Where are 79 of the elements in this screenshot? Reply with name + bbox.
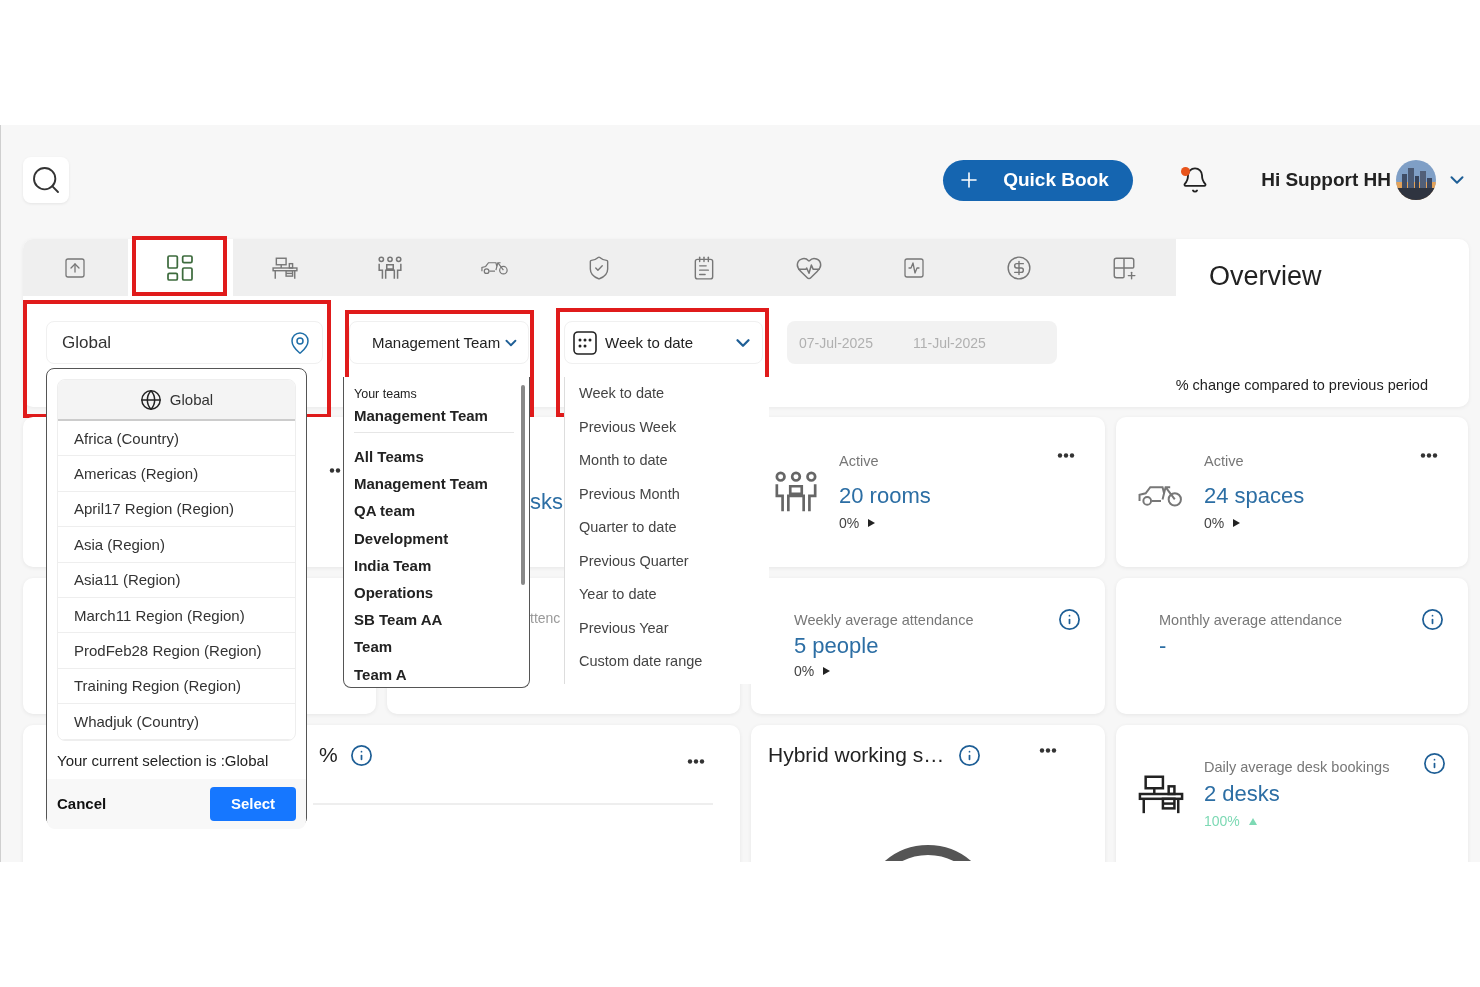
- info-icon[interactable]: [1058, 608, 1081, 631]
- location-option[interactable]: Africa (Country): [58, 421, 295, 457]
- period-select[interactable]: Week to date: [564, 321, 763, 364]
- cancel-button[interactable]: Cancel: [57, 795, 107, 812]
- period-option[interactable]: Previous Year: [579, 618, 769, 652]
- team-option[interactable]: Team: [354, 633, 519, 661]
- card-label: ttenc: [530, 610, 561, 626]
- quick-book-button[interactable]: Quick Book: [943, 159, 1134, 201]
- upload-icon: [63, 255, 88, 280]
- stat-value: 2 desks: [1204, 781, 1280, 807]
- comparison-note: % change compared to previous period: [1175, 377, 1429, 395]
- team-option[interactable]: All Teams: [354, 443, 519, 471]
- more-icon[interactable]: [1057, 453, 1075, 458]
- meeting-icon: [376, 254, 403, 281]
- stat-label: Active: [1204, 453, 1244, 469]
- team-select[interactable]: Management Team: [349, 321, 529, 364]
- metric-label: Monthly average attendance: [1159, 611, 1342, 628]
- globe-icon: [139, 388, 162, 411]
- info-icon[interactable]: [958, 743, 982, 767]
- team-option[interactable]: Operations: [354, 579, 519, 607]
- change-percent: 0%: [794, 663, 815, 679]
- stat-label: Active: [839, 453, 879, 469]
- card-title: %: [319, 743, 338, 767]
- location-header[interactable]: Global: [58, 380, 295, 421]
- panel-title: Overview: [1208, 260, 1322, 293]
- location-option[interactable]: April17 Region (Region): [58, 491, 295, 528]
- section-label: Your teams: [354, 387, 418, 401]
- calendar-icon: [573, 330, 597, 355]
- more-icon[interactable]: [686, 758, 705, 764]
- metric-label: Weekly average attendance: [794, 611, 974, 628]
- info-icon[interactable]: [349, 743, 373, 767]
- scrollbar-thumb[interactable]: [521, 385, 525, 585]
- change-percent: 0%: [1204, 515, 1225, 531]
- more-icon[interactable]: [1420, 453, 1438, 458]
- location-pin-icon: [288, 330, 312, 355]
- info-icon[interactable]: [1421, 608, 1444, 631]
- period-option[interactable]: Custom date range: [579, 652, 769, 686]
- location-option[interactable]: Americas (Region): [58, 456, 295, 492]
- more-icon[interactable]: [1039, 747, 1058, 753]
- own-team-entry[interactable]: Management Team: [354, 401, 514, 433]
- stat-value: sks: [530, 489, 563, 515]
- card-title: Hybrid working s…: [768, 743, 945, 767]
- period-option[interactable]: Year to date: [579, 585, 769, 619]
- period-option[interactable]: Week to date: [579, 384, 769, 418]
- period-option[interactable]: Quarter to date: [579, 518, 769, 552]
- team-option[interactable]: SB Team AA: [354, 606, 519, 634]
- location-option[interactable]: ProdFeb28 Region (Region): [58, 633, 295, 669]
- team-option[interactable]: Management Team: [354, 470, 519, 498]
- location-option[interactable]: Training Region (Region): [58, 668, 295, 705]
- location-option[interactable]: Asia11 (Region): [58, 562, 295, 598]
- team-option[interactable]: QA team: [354, 497, 519, 525]
- stat-value: 24 spaces: [1204, 483, 1305, 509]
- select-button[interactable]: Select: [210, 786, 296, 821]
- location-field[interactable]: Global: [46, 321, 323, 364]
- chart-icon: [901, 255, 926, 280]
- info-icon[interactable]: [1423, 752, 1446, 775]
- metric-value: 5 people: [794, 633, 879, 659]
- user-greeting: Hi Support HH: [1261, 169, 1391, 191]
- change-percent: 0%: [839, 515, 860, 531]
- change-percent: 100%: [1204, 813, 1240, 829]
- stat-label: Daily average desk bookings: [1204, 759, 1390, 775]
- team-option[interactable]: Team A: [354, 660, 519, 687]
- stat-value: 20 rooms: [839, 483, 931, 509]
- metric-value: -: [1159, 633, 1167, 659]
- more-icon[interactable]: [329, 468, 341, 473]
- team-option[interactable]: India Team: [354, 551, 519, 579]
- dollar-icon: [1005, 254, 1032, 281]
- location-option[interactable]: Asia (Region): [58, 527, 295, 563]
- location-option[interactable]: March11 Region (Region): [58, 597, 295, 634]
- search-icon: [30, 164, 62, 196]
- period-option[interactable]: Previous Week: [579, 417, 769, 451]
- period-option[interactable]: Previous Quarter: [579, 551, 769, 585]
- team-option[interactable]: Development: [354, 524, 519, 552]
- location-option[interactable]: Whadjuk (Country): [58, 704, 295, 740]
- selection-note: Your current selection is :Global: [57, 751, 270, 769]
- period-option[interactable]: Previous Month: [579, 484, 769, 518]
- car-bike-icon: [480, 259, 509, 276]
- period-option[interactable]: Month to date: [579, 451, 769, 485]
- search-button[interactable]: [23, 157, 69, 203]
